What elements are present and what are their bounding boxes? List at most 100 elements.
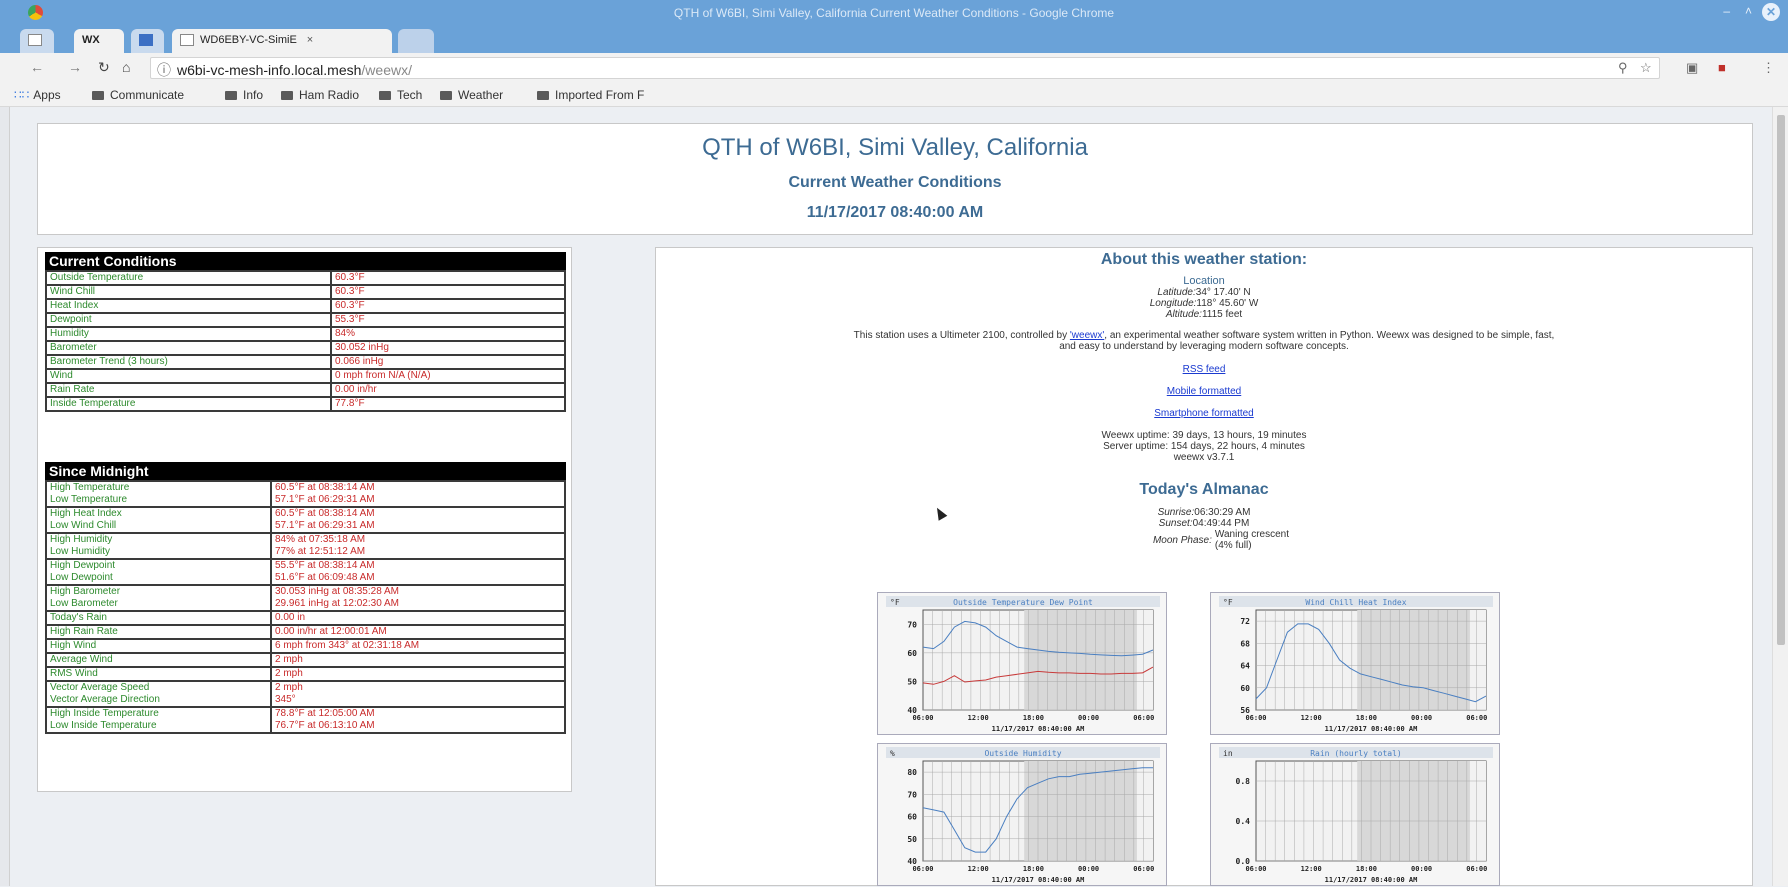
weewx-link[interactable]: 'weewx' xyxy=(1070,330,1104,341)
bookmark-weather[interactable]: Weather xyxy=(440,88,503,102)
extension-red-icon[interactable]: ■ xyxy=(1718,60,1726,75)
midnight-label: Today's Rain xyxy=(50,612,107,623)
midnight-label: High Dewpoint xyxy=(50,560,116,571)
current-row: Inside Temperature 77.8°F xyxy=(45,396,566,412)
midnight-row: High Wind 6 mph from 343° at 02:31:18 AM xyxy=(45,638,566,654)
tab-blank[interactable] xyxy=(20,29,54,53)
rss-feed-link[interactable]: RSS feed xyxy=(1183,364,1226,375)
reload-icon[interactable]: ↻ xyxy=(98,59,110,76)
plot-rain[interactable]: in Rain (hourly total) 0.8 0.4 0.0 06:00 12:00… xyxy=(1210,743,1500,886)
extension-icon[interactable]: ▣ xyxy=(1686,60,1698,76)
midnight-value-cell: 60.5°F at 08:38:14 AM 57.1°F at 06:29:31 … xyxy=(270,506,566,534)
midnight-value-cell: 2 mph 345° xyxy=(270,680,566,708)
tab-wx-label: WX xyxy=(82,34,100,46)
plot-outtemp-svg: °F Outside Temperature Dew Point706050400… xyxy=(886,596,1160,733)
midnight-value: 2 mph xyxy=(275,682,303,693)
folder-icon xyxy=(440,91,452,101)
plot-xtick: 06:00 xyxy=(912,865,933,873)
calendar-icon xyxy=(139,34,153,47)
plot-unit: °F xyxy=(1223,598,1233,607)
altitude-value: 1115 feet xyxy=(1201,309,1243,320)
address-bar[interactable]: ⓘ w6bi-vc-mesh-info.local.mesh/weewx/ xyxy=(150,57,1660,79)
midnight-label-cell: High Heat Index Low Wind Chill xyxy=(45,506,272,534)
bookmark-tech[interactable]: Tech xyxy=(379,88,422,102)
current-label: Rain Rate xyxy=(45,382,332,398)
current-label: Outside Temperature xyxy=(45,270,332,286)
station-description: This station uses a Ultimeter 2100, cont… xyxy=(853,330,1555,341)
folder-icon xyxy=(281,91,293,101)
midnight-label: High Inside Temperature xyxy=(50,708,159,719)
midnight-value: 2 mph xyxy=(275,668,303,679)
page-scrollbar[interactable] xyxy=(1772,107,1788,886)
tab-close-icon[interactable]: × xyxy=(307,34,313,46)
plot-ytick: 70 xyxy=(907,790,917,799)
folder-icon xyxy=(537,91,549,101)
plot-xtick: 06:00 xyxy=(1466,714,1487,722)
info-icon[interactable]: ⓘ xyxy=(157,62,171,78)
plot-xlabel: 11/17/2017 08:40:00 AM xyxy=(992,876,1085,884)
midnight-label: Low Inside Temperature xyxy=(50,720,157,731)
current-value: 84% xyxy=(330,326,566,342)
mobile-formatted-link[interactable]: Mobile formatted xyxy=(1167,386,1241,397)
midnight-row: High Dewpoint Low Dewpoint 55.5°F at 08:38… xyxy=(45,558,566,586)
menu-icon[interactable]: ⋮ xyxy=(1762,60,1775,76)
bookmark-star-icon[interactable]: ☆ xyxy=(1640,60,1652,76)
midnight-label-cell: RMS Wind xyxy=(45,666,272,682)
midnight-value: 29.961 inHg at 12:02:30 AM xyxy=(275,598,399,609)
plot-xtick: 12:00 xyxy=(1301,714,1322,722)
plot-rain-svg: in Rain (hourly total)0.80.40.006:00 12:00… xyxy=(1219,747,1493,884)
bookmark-communicate[interactable]: Communicate xyxy=(92,88,184,102)
current-label: Dewpoint xyxy=(45,312,332,328)
plot-xtick: 00:00 xyxy=(1078,865,1099,873)
plot-windchill[interactable]: °F Wind Chill Heat Index 72 68 64 60 56 06:00 12… xyxy=(1210,592,1500,735)
browser-toolbar: ← → ↻ ⌂ ⓘ w6bi-vc-mesh-info.local.mesh/we… xyxy=(0,53,1788,83)
midnight-value-cell: 60.5°F at 08:38:14 AM 57.1°F at 06:29:31 … xyxy=(270,480,566,508)
smartphone-formatted-link[interactable]: Smartphone formatted xyxy=(1154,408,1254,419)
midnight-row: Vector Average Speed Vector Average Direc… xyxy=(45,680,566,708)
tab-wd6eby[interactable]: WD6EBY-VC-SimiE × xyxy=(172,29,392,53)
forward-icon[interactable]: → xyxy=(68,59,82,75)
bookmark-imported[interactable]: Imported From F xyxy=(537,88,644,102)
minimize-icon[interactable]: – xyxy=(1723,4,1730,18)
moon-phase-value: Waning crescent xyxy=(1214,529,1290,540)
page-datetime: 11/17/2017 08:40:00 AM xyxy=(806,204,984,221)
bookmark-info[interactable]: Info xyxy=(225,88,263,102)
midnight-value: 60.5°F at 08:38:14 AM xyxy=(275,508,375,519)
plot-ytick: 50 xyxy=(907,677,917,686)
plot-humidity[interactable]: % Outside Humidity 80 70 60 50 40 06:00 12:00 18:… xyxy=(877,743,1167,886)
plot-xtick: 00:00 xyxy=(1411,714,1432,722)
tab-calendar[interactable] xyxy=(131,29,164,53)
bookmark-ham-radio[interactable]: Ham Radio xyxy=(281,88,359,102)
new-tab-button[interactable] xyxy=(398,29,434,53)
midnight-label-cell: High Inside Temperature Low Inside Temper… xyxy=(45,706,272,734)
plot-day-shade xyxy=(1136,610,1153,710)
latitude-value: 34° 17.40' N xyxy=(1195,287,1251,298)
current-row: Humidity 84% xyxy=(45,326,566,342)
tab-wx[interactable]: WX xyxy=(74,29,124,53)
window-title: QTH of W6BI, Simi Valley, California Cur… xyxy=(673,6,1115,20)
window-titlebar: QTH of W6BI, Simi Valley, California Cur… xyxy=(0,0,1788,25)
moon-phase-percent: (4% full) xyxy=(1214,540,1252,551)
current-row: Dewpoint 55.3°F xyxy=(45,312,566,328)
home-icon[interactable]: ⌂ xyxy=(122,59,130,75)
current-value: 0 mph from N/A (N/A) xyxy=(330,368,566,384)
maximize-icon[interactable]: ˄ xyxy=(1745,4,1752,18)
weewx-version: weewx v3.7.1 xyxy=(1173,452,1235,463)
plot-outtemp[interactable]: °F Outside Temperature Dew Point 70 60 50 40 0… xyxy=(877,592,1167,735)
plot-xlabel: 11/17/2017 08:40:00 AM xyxy=(1325,725,1418,733)
back-icon[interactable]: ← xyxy=(30,59,44,75)
midnight-value: 84% at 07:35:18 AM xyxy=(275,534,366,545)
current-value: 60.3°F xyxy=(330,298,566,314)
scrollbar-thumb[interactable] xyxy=(1777,115,1785,645)
midnight-label: High Humidity xyxy=(50,534,113,545)
zoom-icon[interactable]: ⚲ xyxy=(1618,60,1628,76)
midnight-label: RMS Wind xyxy=(50,668,98,679)
window-close-button[interactable]: ✕ xyxy=(1762,3,1780,21)
midnight-value-cell: 84% at 07:35:18 AM 77% at 12:51:12 AM xyxy=(270,532,566,560)
current-label: Wind xyxy=(45,368,332,384)
bookmark-apps[interactable]: ∷∷ Apps xyxy=(14,88,61,102)
midnight-value: 51.6°F at 06:09:48 AM xyxy=(275,572,375,583)
plot-ytick: 50 xyxy=(907,835,917,844)
current-value: 77.8°F xyxy=(330,396,566,412)
midnight-value: 77% at 12:51:12 AM xyxy=(275,546,366,557)
